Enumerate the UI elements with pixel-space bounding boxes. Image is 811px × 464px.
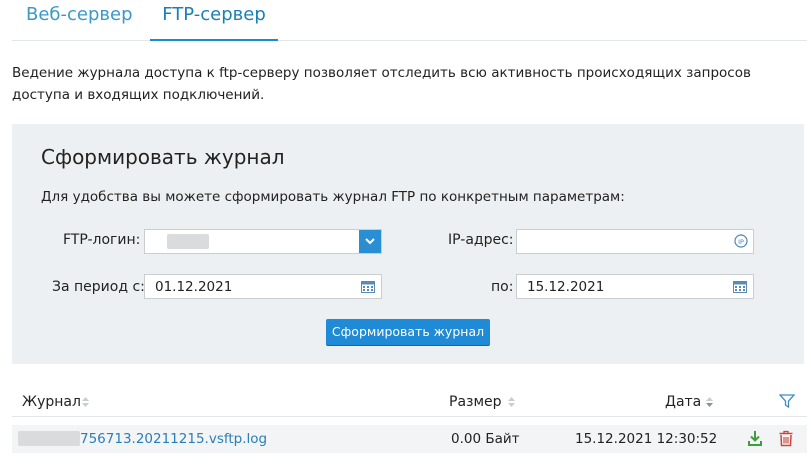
column-journal[interactable]: Журнал: [22, 394, 81, 410]
column-date[interactable]: Дата: [665, 394, 701, 410]
tab-ftp-server[interactable]: FTP-сервер: [150, 4, 278, 41]
sort-icon[interactable]: [705, 395, 714, 409]
ip-label: IP-адрес:: [448, 232, 514, 248]
download-icon[interactable]: [747, 430, 763, 447]
table-row: 756713.20211215.vsftp.log 0.00 Байт 15.1…: [12, 425, 807, 453]
panel-title: Сформировать журнал: [41, 145, 285, 169]
page-description: Ведение журнала доступа к ftp-серверу по…: [12, 65, 751, 103]
svg-text:IP: IP: [738, 238, 744, 246]
panel-subtitle: Для удобства вы можете сформировать журн…: [41, 189, 625, 205]
ftp-login-label: FTP-логин:: [63, 232, 141, 248]
redacted-login: [167, 234, 209, 249]
period-from-label: За период с:: [52, 279, 145, 295]
column-size[interactable]: Размер: [449, 394, 502, 410]
log-form-panel: Сформировать журнал Для удобства вы може…: [12, 124, 804, 364]
calendar-icon[interactable]: [361, 280, 375, 293]
calendar-icon[interactable]: [733, 280, 747, 293]
sort-icon[interactable]: [507, 395, 516, 409]
sort-icon[interactable]: [81, 395, 90, 409]
filter-icon[interactable]: [779, 393, 795, 409]
ftp-login-select[interactable]: [144, 229, 382, 254]
ip-input[interactable]: IP: [516, 229, 754, 254]
period-to-label: по:: [491, 279, 514, 295]
chevron-down-icon: [365, 238, 375, 245]
login-dropdown-button[interactable]: [359, 230, 381, 253]
log-file-size: 0.00 Байт: [451, 431, 520, 447]
tab-web-server[interactable]: Веб-сервер: [26, 4, 133, 25]
generate-log-button[interactable]: Сформировать журнал: [326, 319, 490, 345]
trash-icon[interactable]: [778, 430, 794, 447]
table-header: Журнал Размер Дата: [12, 388, 807, 417]
log-file-link[interactable]: 756713.20211215.vsftp.log: [80, 431, 267, 447]
log-file-date: 15.12.2021 12:30:52: [575, 431, 718, 447]
tab-bar: Веб-сервер FTP-сервер: [12, 0, 807, 41]
period-to-input[interactable]: 15.12.2021: [516, 274, 754, 299]
period-from-input[interactable]: 01.12.2021: [144, 274, 382, 299]
redacted-prefix: [18, 431, 80, 446]
ip-icon: IP: [734, 234, 748, 248]
